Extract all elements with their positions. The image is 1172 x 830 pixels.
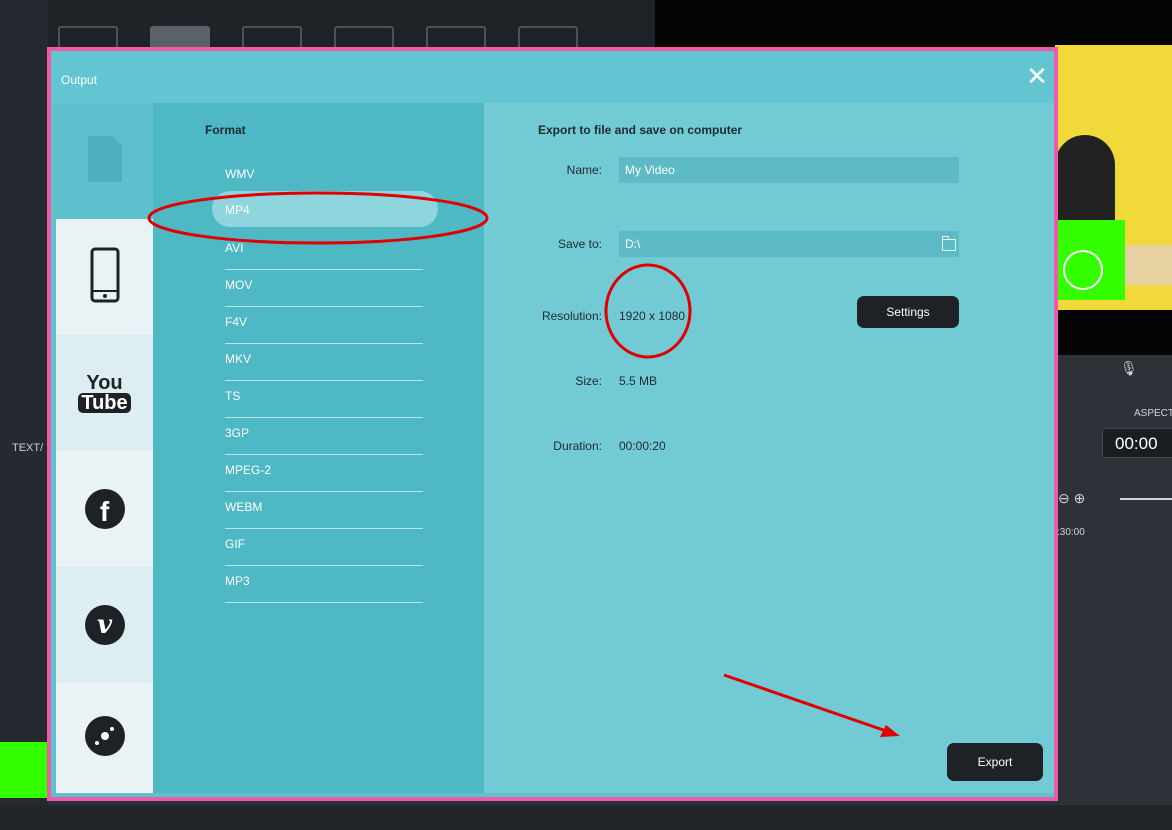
duration-label: Duration:: [553, 439, 602, 453]
sidebar-item-vimeo[interactable]: v: [56, 567, 153, 683]
zoom-icons[interactable]: ⊖ ⊕: [1058, 490, 1085, 507]
export-button[interactable]: Export: [947, 743, 1043, 781]
timecode-display: 00:00: [1102, 428, 1172, 458]
format-item-mp4[interactable]: MP4: [225, 195, 423, 232]
size-label: Size:: [575, 374, 602, 388]
format-item-avi[interactable]: AVI: [225, 233, 423, 270]
format-item-mp3[interactable]: MP3: [225, 566, 423, 603]
youtube-text-bottom: Tube: [78, 393, 131, 413]
export-target-sidebar: You Tube f v: [56, 103, 153, 793]
format-item-webm[interactable]: WEBM: [225, 492, 423, 529]
format-item-mov[interactable]: MOV: [225, 270, 423, 307]
file-icon: [87, 135, 122, 187]
duration-value: 00:00:20: [619, 439, 666, 453]
dialog-title: Output: [61, 73, 98, 87]
vimeo-glyph: v: [96, 610, 113, 640]
resolution-value: 1920 x 1080: [619, 309, 686, 323]
editor-controls: 🎙 ASPECT 00:00 ⊖ ⊕ :30:00: [1050, 355, 1172, 805]
settings-button[interactable]: Settings: [857, 296, 959, 328]
youtube-icon: You Tube: [78, 372, 131, 413]
format-item-gif[interactable]: GIF: [225, 529, 423, 566]
phone-icon: [90, 247, 120, 308]
export-settings-panel: Export to file and save on computer Name…: [484, 103, 1054, 793]
aspect-label: ASPECT: [1134, 408, 1172, 419]
sidebar-item-youtube[interactable]: You Tube: [56, 335, 153, 451]
sidebar-item-device[interactable]: [56, 219, 153, 335]
size-value: 5.5 MB: [619, 374, 658, 388]
dialog-titlebar: Output ✕: [51, 51, 1054, 103]
vimeo-icon: v: [84, 605, 125, 645]
text-tab-label: TEXT/: [12, 442, 44, 454]
facebook-icon: f: [84, 489, 125, 529]
timeline-clip[interactable]: [0, 742, 48, 798]
preview-frame: [1055, 45, 1172, 310]
name-input[interactable]: [619, 157, 959, 183]
format-panel: Format WMV MP4 AVI MOV F4V MKV TS 3GP MP…: [153, 103, 484, 793]
name-label: Name:: [566, 163, 602, 177]
output-dialog: Output ✕ You Tube f v Format WMV MP4 AVI…: [47, 47, 1058, 801]
mic-icon[interactable]: 🎙: [1120, 360, 1138, 377]
sidebar-item-facebook[interactable]: f: [56, 451, 153, 567]
sidebar-item-computer[interactable]: [56, 103, 153, 219]
facebook-glyph: f: [99, 496, 110, 527]
editor-left-strip: [0, 0, 48, 830]
folder-icon[interactable]: [942, 236, 956, 251]
saveto-input[interactable]: [619, 231, 959, 257]
resolution-label: Resolution:: [541, 309, 602, 323]
close-icon[interactable]: ✕: [1024, 63, 1050, 89]
youtube-text-top: You: [86, 372, 123, 394]
saveto-label: Save to:: [557, 237, 602, 251]
format-item-f4v[interactable]: F4V: [225, 307, 423, 344]
editor-bottom-bar: [0, 805, 1172, 830]
export-heading: Export to file and save on computer: [538, 123, 743, 137]
format-item-mkv[interactable]: MKV: [225, 344, 423, 381]
format-item-wmv[interactable]: WMV: [225, 159, 423, 196]
disc-icon: [84, 715, 125, 761]
sidebar-item-disc[interactable]: [56, 683, 153, 793]
format-item-3gp[interactable]: 3GP: [225, 418, 423, 455]
format-heading: Format: [205, 123, 246, 137]
format-item-mpeg2[interactable]: MPEG-2: [225, 455, 423, 492]
format-item-ts[interactable]: TS: [225, 381, 423, 418]
ruler-time: :30:00: [1057, 527, 1085, 538]
